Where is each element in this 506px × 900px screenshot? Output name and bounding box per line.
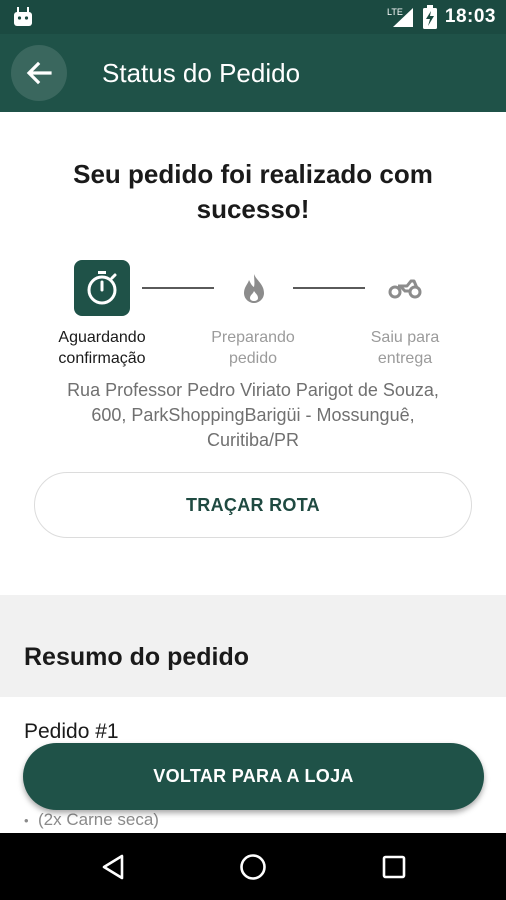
motorcycle-icon [388, 279, 422, 299]
system-nav-bar [0, 833, 506, 900]
trace-route-button[interactable]: TRAÇAR ROTA [34, 472, 472, 538]
android-icon [14, 7, 32, 26]
home-circle-icon [240, 854, 266, 880]
status-time: 18:03 [444, 6, 496, 27]
signal-icon: LTE [387, 7, 413, 27]
nav-home-button[interactable] [233, 847, 273, 887]
step-preparing-icon-box [226, 260, 282, 316]
step-label-preparing: Preparando pedido [211, 329, 295, 367]
back-button[interactable] [11, 45, 67, 101]
order-item: • (2x Carne seca) [24, 810, 159, 829]
recents-square-icon [382, 855, 406, 879]
step-label-awaiting: Aguardando confirmação [58, 329, 146, 367]
arrow-left-icon [26, 61, 52, 85]
step-delivery-icon-box [377, 260, 433, 316]
order-number: Pedido #1 [24, 720, 119, 743]
store-address: Rua Professor Pedro Viriato Parigot de S… [67, 380, 439, 450]
step-connector [293, 287, 365, 289]
battery-icon [422, 5, 437, 29]
step-label-delivery: Saiu para entrega [370, 329, 440, 367]
nav-recents-button[interactable] [374, 847, 414, 887]
back-triangle-icon [102, 854, 124, 880]
status-bar: LTE 18:03 [0, 0, 506, 34]
step-awaiting-icon-box [74, 260, 130, 316]
stopwatch-icon [87, 271, 117, 305]
flame-icon [244, 274, 264, 303]
back-to-store-button[interactable]: VOLTAR PARA A LOJA [23, 743, 484, 810]
nav-back-button[interactable] [93, 847, 133, 887]
svg-text:LTE: LTE [387, 7, 403, 17]
step-connector [142, 287, 214, 289]
success-message: Seu pedido foi realizado com sucesso! [73, 159, 433, 224]
bullet: • [24, 813, 29, 828]
app-bar: Status do Pedido [0, 34, 506, 112]
summary-title: Resumo do pedido [24, 643, 249, 671]
page-title: Status do Pedido [102, 58, 301, 88]
